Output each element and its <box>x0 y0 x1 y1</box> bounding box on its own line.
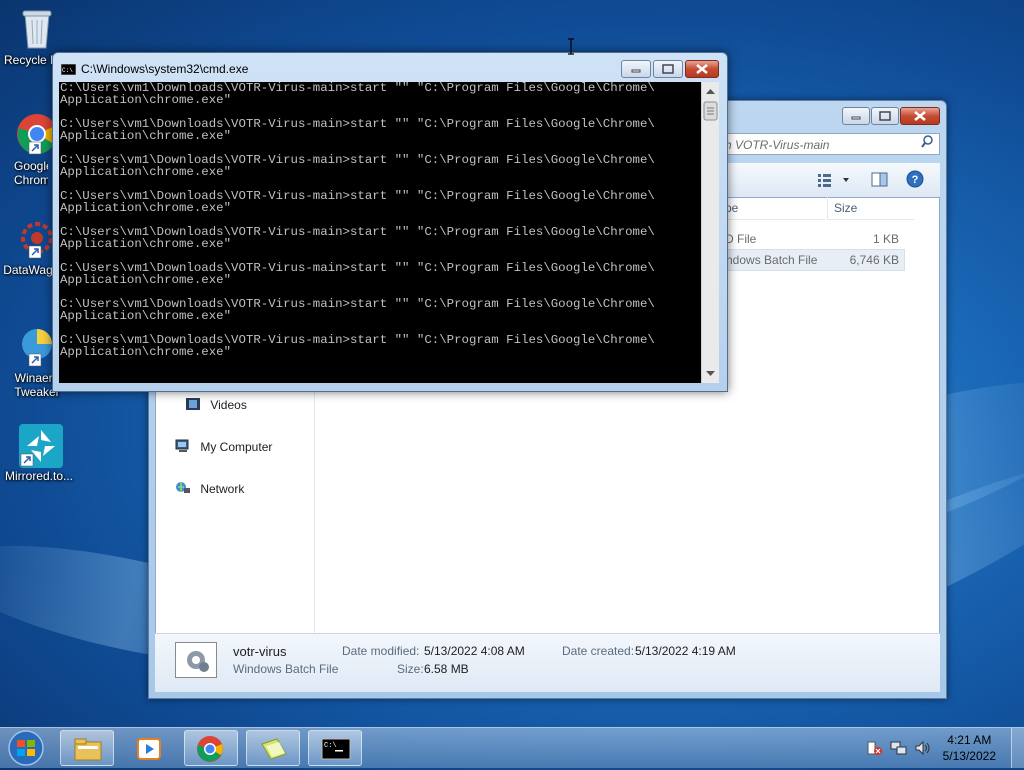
help-icon[interactable]: ? <box>906 170 924 191</box>
column-header-size[interactable]: Size <box>827 197 914 220</box>
view-options-icon[interactable] <box>817 172 851 191</box>
window-title: C:\Windows\system32\cmd.exe <box>81 62 249 76</box>
clock-time: 4:21 AM <box>947 733 992 747</box>
volume-icon[interactable] <box>914 740 932 759</box>
file-folder-icon <box>259 736 289 765</box>
console-line: Application\chrome.exe" <box>60 345 232 359</box>
file-type: D File <box>725 232 757 246</box>
taskbar: C:\ 4:21 AM 5/13/2022 <box>0 727 1024 768</box>
taskbar-chrome-button[interactable] <box>184 730 238 766</box>
file-row-selected[interactable]: ndows Batch File 6,746 KB <box>725 249 905 271</box>
detail-size-label: Size: <box>397 662 424 676</box>
preview-pane-icon[interactable] <box>871 171 889 192</box>
console-line: Application\chrome.exe" <box>60 129 232 143</box>
action-center-icon[interactable] <box>866 740 882 759</box>
console-line: Application\chrome.exe" <box>60 201 232 215</box>
cmd-app-icon: C:\ <box>60 63 77 78</box>
taskbar-cmd-button[interactable]: C:\ <box>308 730 362 766</box>
taskbar-folder-button[interactable] <box>246 730 300 766</box>
console-line: Application\chrome.exe" <box>60 237 232 251</box>
detail-size-value: 6.58 MB <box>424 662 469 676</box>
detail-modified-label: Date modified: <box>342 644 420 658</box>
svg-text:C:\: C:\ <box>62 67 73 74</box>
detail-filetype: Windows Batch File <box>233 662 339 676</box>
console-output[interactable]: C:\Users\vm1\Downloads\VOTR-Virus-main>s… <box>59 82 701 383</box>
minimize-button[interactable] <box>842 107 870 125</box>
computer-icon <box>175 439 191 453</box>
file-size: 1 KB <box>872 232 899 246</box>
desktop-icon-label: Mirrored.to... <box>4 469 73 483</box>
desktop-icon-mirrored[interactable]: Mirrored.to... <box>0 422 78 483</box>
search-icon[interactable] <box>921 134 933 156</box>
vertical-scrollbar[interactable] <box>701 82 719 383</box>
search-placeholder: ch VOTR-Virus-main <box>719 138 830 152</box>
taskbar-media-player-button[interactable] <box>122 730 176 766</box>
svg-text:C:\: C:\ <box>324 742 337 750</box>
svg-text:?: ? <box>912 174 919 186</box>
nav-label: My Computer <box>200 440 273 454</box>
close-button[interactable] <box>900 107 940 125</box>
file-type-icon <box>175 642 217 678</box>
detail-created-value: 5/13/2022 4:19 AM <box>635 644 736 658</box>
mirrored-icon <box>17 422 63 468</box>
detail-filename: votr-virus <box>233 644 287 659</box>
console-line: Application\chrome.exe" <box>60 273 232 287</box>
network-icon <box>175 481 191 495</box>
detail-modified-value: 5/13/2022 4:08 AM <box>424 644 525 658</box>
close-button[interactable] <box>685 60 719 78</box>
show-desktop-button[interactable] <box>1011 728 1024 768</box>
console-line: Application\chrome.exe" <box>60 165 232 179</box>
desktop-icon-label: Google Chrome <box>14 159 48 187</box>
cmd-window[interactable]: C:\ C:\Windows\system32\cmd.exe C:\Users… <box>52 52 728 392</box>
cmd-icon: C:\ <box>321 738 351 763</box>
taskbar-explorer-button[interactable] <box>60 730 114 766</box>
minimize-button[interactable] <box>621 60 651 78</box>
file-type: ndows Batch File <box>726 253 818 267</box>
media-player-icon <box>136 737 164 764</box>
videos-icon <box>185 397 201 411</box>
maximize-button[interactable] <box>653 60 683 78</box>
recycle-bin-icon <box>15 6 59 50</box>
desktop-icon-label: DataWag <box>3 263 53 277</box>
file-row[interactable]: D File 1 KB <box>725 229 905 249</box>
nav-item-network[interactable]: Network <box>175 481 244 496</box>
file-size: 6,746 KB <box>849 253 899 267</box>
search-input[interactable]: ch VOTR-Virus-main <box>714 133 940 155</box>
mouse-cursor <box>566 38 576 59</box>
detail-created-label: Date created: <box>562 644 635 658</box>
clock-date: 5/13/2022 <box>942 749 996 763</box>
maximize-button[interactable] <box>871 107 899 125</box>
system-clock[interactable]: 4:21 AM 5/13/2022 <box>943 732 996 764</box>
nav-item-my-computer[interactable]: My Computer <box>175 439 272 454</box>
nav-label: Videos <box>210 398 247 412</box>
chrome-icon <box>196 735 224 766</box>
column-header-type[interactable]: pe <box>725 197 825 220</box>
console-line: Application\chrome.exe" <box>60 93 232 107</box>
details-pane: votr-virus Windows Batch File Date modif… <box>155 633 940 692</box>
start-button[interactable] <box>6 729 46 767</box>
nav-label: Network <box>200 482 245 496</box>
network-status-icon[interactable] <box>890 740 908 759</box>
windows-explorer-icon <box>74 737 102 764</box>
nav-item-videos[interactable]: Videos <box>185 397 247 412</box>
console-line: Application\chrome.exe" <box>60 309 232 323</box>
